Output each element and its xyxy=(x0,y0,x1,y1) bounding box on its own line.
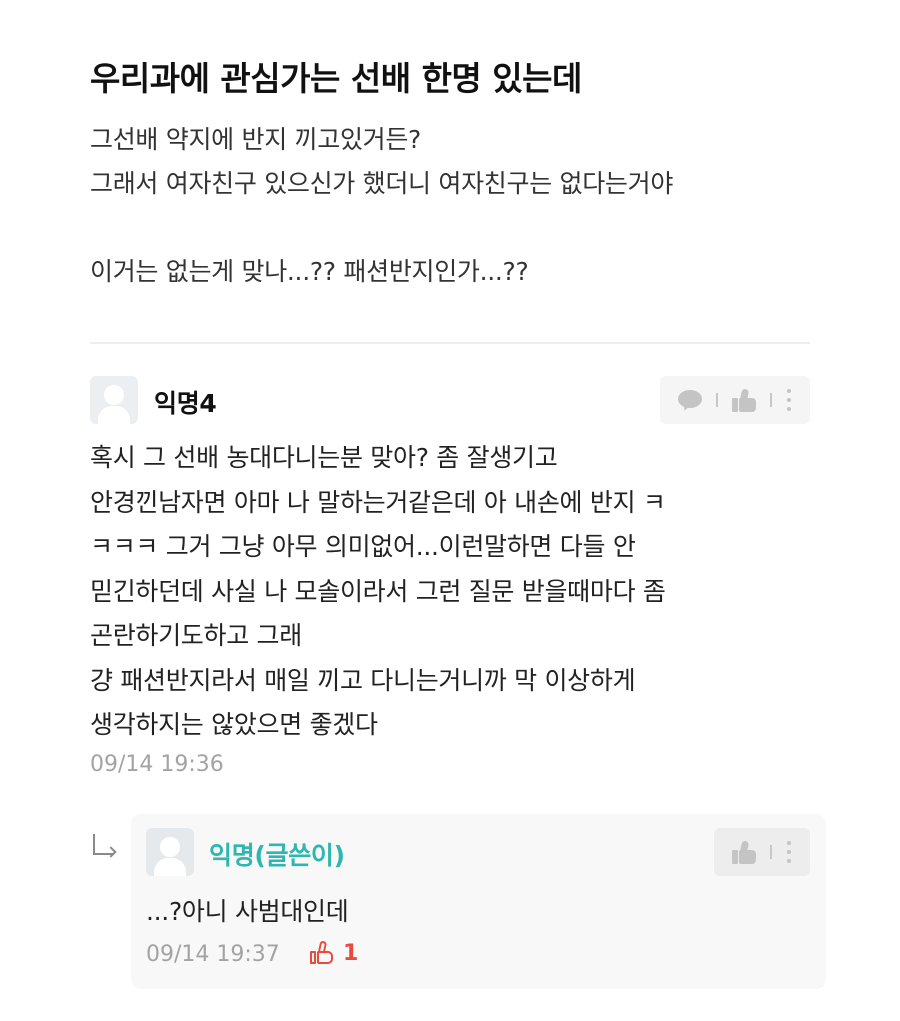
post-title: 우리과에 관심가는 선배 한명 있는데 xyxy=(90,59,582,98)
comment-text: 혹시 그 선배 농대다니는분 맞아? 좀 잘생기고 안경낀남자면 아마 나 말하… xyxy=(90,436,810,748)
reply-comment: 익명(글쓴이) ...?아니 사범대인데 09/14 19:37 1 xyxy=(131,814,826,989)
post-body-line: 이거는 없는게 맞나...?? 패션반지인가...?? xyxy=(90,257,529,286)
comment-text-line: 곤란하기도하고 그래 xyxy=(90,621,302,650)
thumbs-up-icon[interactable] xyxy=(732,840,756,864)
reply-author: 익명(글쓴이) xyxy=(209,841,345,870)
comment-text-line: 안경낀남자면 아마 나 말하는거같은데 아 내손에 반지 ㅋ xyxy=(90,487,666,517)
avatar xyxy=(146,828,194,876)
more-vertical-icon[interactable] xyxy=(786,389,792,411)
action-separator xyxy=(770,845,772,859)
avatar xyxy=(90,376,138,424)
comment-author: 익명4 xyxy=(154,389,217,418)
post-body-line: 그래서 여자친구 있으신가 했더니 여자친구는 없다는거야 xyxy=(90,169,674,198)
reply-text: ...?아니 사범대인데 xyxy=(146,897,349,926)
reply-arrow-icon xyxy=(90,834,117,860)
thumbs-up-icon[interactable] xyxy=(732,388,756,412)
like-count: 1 xyxy=(343,940,359,966)
comment-text-line: 생각하지는 않았으면 좋겠다 xyxy=(90,710,378,739)
reply-actions xyxy=(714,828,810,876)
thumbs-up-outline-icon xyxy=(309,940,335,966)
comment-text-line: ㅋㅋㅋ 그거 그냥 아무 의미없어...이런말하면 다들 안 xyxy=(90,532,636,561)
comment-timestamp: 09/14 19:36 xyxy=(90,751,224,777)
reply-like-count: 1 xyxy=(309,940,358,966)
post-body-line: 그선배 약지에 반지 끼고있거든? xyxy=(90,125,422,154)
action-separator xyxy=(716,393,718,407)
action-separator xyxy=(770,393,772,407)
comment-text-line: 혹시 그 선배 농대다니는분 맞아? 좀 잘생기고 xyxy=(90,443,558,472)
divider xyxy=(90,342,810,344)
chat-icon[interactable] xyxy=(678,389,702,412)
comment-header: 익명4 xyxy=(90,376,810,426)
comment-text-line: 걍 패션반지라서 매일 끼고 다니는거니까 막 이상하게 xyxy=(90,665,636,695)
post-body: 그선배 약지에 반지 끼고있거든? 그래서 여자친구 있으신가 했더니 여자친구… xyxy=(90,118,673,294)
reply-timestamp: 09/14 19:37 xyxy=(146,942,280,967)
post-body-line xyxy=(90,206,673,250)
more-vertical-icon[interactable] xyxy=(786,841,792,863)
comment-actions xyxy=(660,376,810,424)
comment-text-line: 믿긴하던데 사실 나 모솔이라서 그런 질문 받을때마다 좀 xyxy=(90,576,666,606)
comment: 익명4 혹시 그 선배 농대다니는분 맞아? 좀 잘생기고 안경낀남자면 아마 … xyxy=(90,376,810,782)
